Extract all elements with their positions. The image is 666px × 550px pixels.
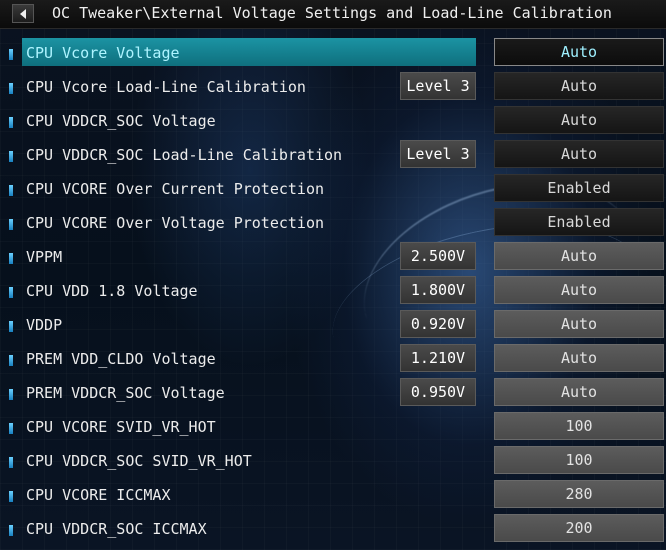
item-bullet-icon xyxy=(9,253,13,264)
setting-row-cpu-vcore-iccmax[interactable]: CPU VCORE ICCMAX 280 xyxy=(0,480,666,510)
setting-value-selector[interactable]: Auto xyxy=(494,276,664,304)
item-bullet-icon xyxy=(9,83,13,94)
setting-row-vppm[interactable]: VPPM 2.500V Auto xyxy=(0,242,666,272)
item-bullet-icon xyxy=(9,355,13,366)
setting-value-selector[interactable]: Auto xyxy=(494,242,664,270)
item-bullet-icon xyxy=(9,185,13,196)
item-bullet-icon xyxy=(9,151,13,162)
setting-label: CPU VDDCR_SOC SVID_VR_HOT xyxy=(26,452,252,470)
setting-row-prem-vddcr-soc[interactable]: PREM VDDCR_SOC Voltage 0.950V Auto xyxy=(0,378,666,408)
setting-value-selector[interactable]: Enabled xyxy=(494,174,664,202)
setting-value-selector[interactable]: Auto xyxy=(494,140,664,168)
back-arrow-icon xyxy=(20,9,26,19)
setting-value-selector[interactable]: Auto xyxy=(494,72,664,100)
item-bullet-icon xyxy=(9,287,13,298)
setting-value-input[interactable]: 280 xyxy=(494,480,664,508)
setting-label: VPPM xyxy=(26,248,63,266)
setting-value-input[interactable]: 200 xyxy=(494,514,664,542)
setting-label: CPU VCORE ICCMAX xyxy=(26,486,171,504)
current-value-readout: Level 3 xyxy=(400,72,476,100)
setting-label: CPU VDDCR_SOC Voltage xyxy=(26,112,216,130)
setting-value-input[interactable]: 100 xyxy=(494,446,664,474)
setting-label: CPU VDDCR_SOC ICCMAX xyxy=(26,520,207,538)
item-bullet-icon xyxy=(9,457,13,468)
item-bullet-icon xyxy=(9,525,13,536)
setting-label: PREM VDD_CLDO Voltage xyxy=(26,350,216,368)
setting-label: CPU VDD 1.8 Voltage xyxy=(26,282,198,300)
setting-row-cpu-vcore-llc[interactable]: CPU Vcore Load-Line Calibration Level 3 … xyxy=(0,72,666,102)
item-bullet-icon xyxy=(9,117,13,128)
setting-row-cpu-vddcr-soc-llc[interactable]: CPU VDDCR_SOC Load-Line Calibration Leve… xyxy=(0,140,666,170)
current-value-readout: Level 3 xyxy=(400,140,476,168)
setting-value-selector[interactable]: Auto xyxy=(494,38,664,66)
setting-label: CPU VDDCR_SOC Load-Line Calibration xyxy=(26,146,343,164)
setting-row-prem-vdd-cldo[interactable]: PREM VDD_CLDO Voltage 1.210V Auto xyxy=(0,344,666,374)
setting-value-input[interactable]: 100 xyxy=(494,412,664,440)
back-button[interactable] xyxy=(12,4,34,23)
setting-row-cpu-vddcr-soc-voltage[interactable]: CPU VDDCR_SOC Voltage Auto xyxy=(0,106,666,136)
setting-label: VDDP xyxy=(26,316,63,334)
setting-value-selector[interactable]: Auto xyxy=(494,378,664,406)
setting-label: CPU Vcore Load-Line Calibration xyxy=(26,78,306,96)
setting-label: CPU VCORE Over Voltage Protection xyxy=(26,214,325,232)
setting-value-selector[interactable]: Enabled xyxy=(494,208,664,236)
setting-row-cpu-vcore-voltage[interactable]: CPU Vcore Voltage Auto xyxy=(0,38,666,68)
setting-row-cpu-vdd-1-8[interactable]: CPU VDD 1.8 Voltage 1.800V Auto xyxy=(0,276,666,306)
current-value-readout: 0.950V xyxy=(400,378,476,406)
setting-row-cpu-vcore-svid-vr-hot[interactable]: CPU VCORE SVID_VR_HOT 100 xyxy=(0,412,666,442)
setting-row-cpu-vddcr-soc-svid-vr-hot[interactable]: CPU VDDCR_SOC SVID_VR_HOT 100 xyxy=(0,446,666,476)
item-bullet-icon xyxy=(9,321,13,332)
item-bullet-icon xyxy=(9,49,13,60)
setting-row-cpu-vcore-ovp[interactable]: CPU VCORE Over Voltage Protection Enable… xyxy=(0,208,666,238)
item-bullet-icon xyxy=(9,423,13,434)
page-title: OC Tweaker\External Voltage Settings and… xyxy=(52,4,612,22)
item-bullet-icon xyxy=(9,389,13,400)
setting-row-vddp[interactable]: VDDP 0.920V Auto xyxy=(0,310,666,340)
current-value-readout: 0.920V xyxy=(400,310,476,338)
item-bullet-icon xyxy=(9,219,13,230)
current-value-readout: 1.210V xyxy=(400,344,476,372)
setting-label: PREM VDDCR_SOC Voltage xyxy=(26,384,225,402)
setting-label: CPU VCORE SVID_VR_HOT xyxy=(26,418,216,436)
setting-label: CPU Vcore Voltage xyxy=(26,44,180,62)
current-value-readout: 1.800V xyxy=(400,276,476,304)
current-value-readout: 2.500V xyxy=(400,242,476,270)
header-bar: OC Tweaker\External Voltage Settings and… xyxy=(0,0,666,29)
item-bullet-icon xyxy=(9,491,13,502)
setting-row-cpu-vddcr-soc-iccmax[interactable]: CPU VDDCR_SOC ICCMAX 200 xyxy=(0,514,666,544)
setting-label: CPU VCORE Over Current Protection xyxy=(26,180,325,198)
setting-value-selector[interactable]: Auto xyxy=(494,344,664,372)
setting-value-selector[interactable]: Auto xyxy=(494,106,664,134)
setting-row-cpu-vcore-ocp[interactable]: CPU VCORE Over Current Protection Enable… xyxy=(0,174,666,204)
setting-value-selector[interactable]: Auto xyxy=(494,310,664,338)
